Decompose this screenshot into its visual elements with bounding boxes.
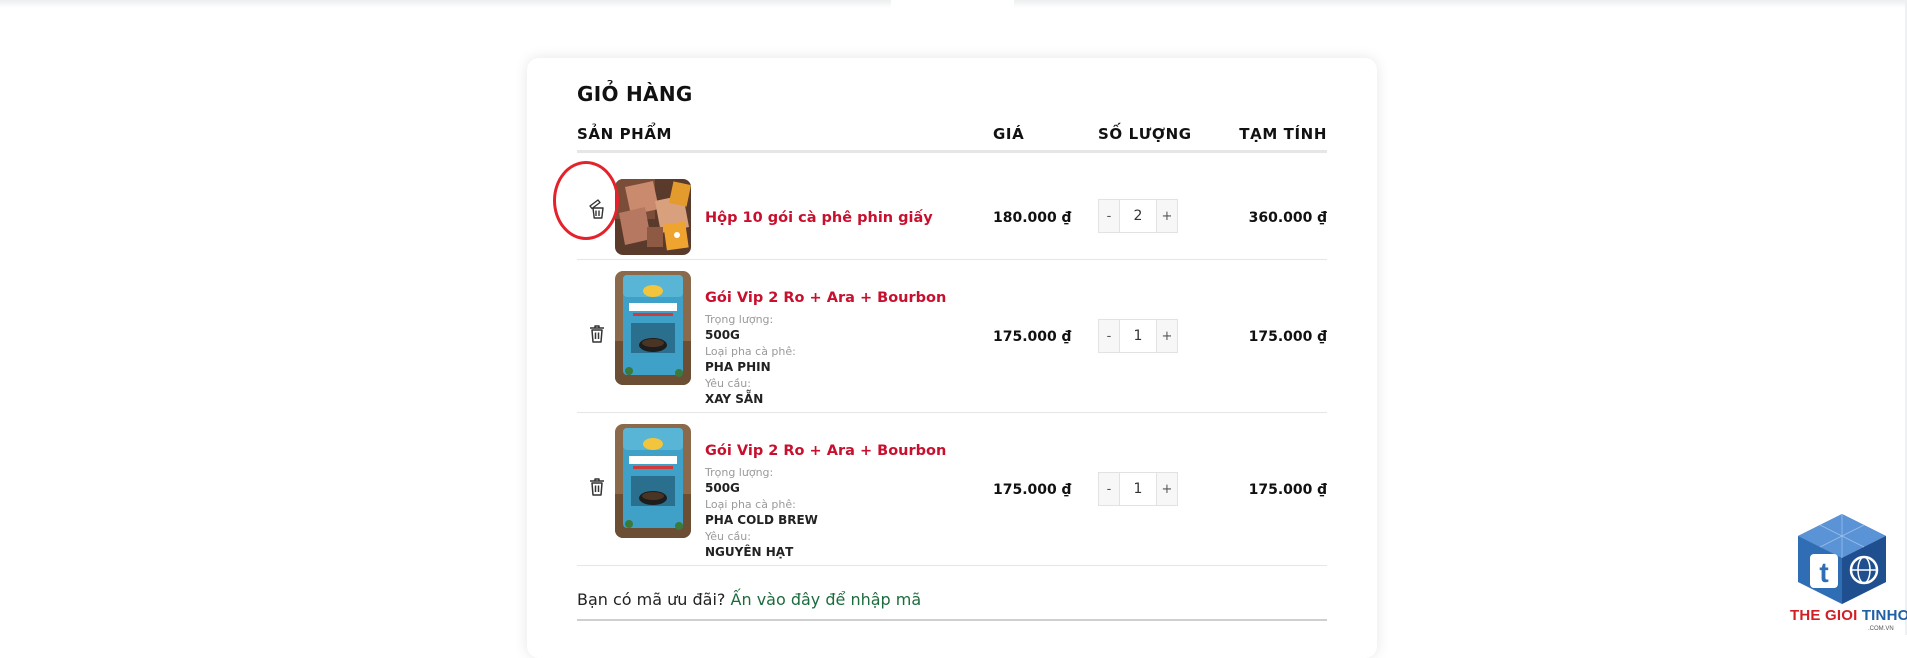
svg-text:t: t bbox=[1819, 557, 1828, 588]
attribute-value: 500G bbox=[705, 328, 740, 342]
top-shadow-band bbox=[1014, 0, 1907, 8]
increase-button[interactable]: + bbox=[1156, 472, 1178, 506]
decrease-button[interactable]: - bbox=[1098, 199, 1120, 233]
product-name[interactable]: Hộp 10 gói cà phê phin giấy bbox=[705, 210, 933, 226]
attribute-label: Yêu cầu: bbox=[705, 377, 751, 390]
attribute-value: XAY SẴN bbox=[705, 392, 764, 406]
header-product: SẢN PHẨM bbox=[577, 125, 673, 143]
row-divider bbox=[577, 412, 1327, 413]
attribute-value: PHA PHIN bbox=[705, 360, 771, 374]
product-price: 180.000 ₫ bbox=[993, 210, 1072, 226]
coupon-prompt: Bạn có mã ưu đãi? Ấn vào đây để nhập mã bbox=[577, 590, 921, 609]
watermark-part2: TINHOC bbox=[1861, 607, 1907, 624]
increase-button[interactable]: + bbox=[1156, 199, 1178, 233]
quantity-input[interactable]: 1 bbox=[1120, 472, 1156, 506]
product-subtotal: 360.000 ₫ bbox=[1248, 210, 1327, 226]
attribute-label: Yêu cầu: bbox=[705, 530, 751, 543]
row-divider bbox=[577, 259, 1327, 260]
row-divider bbox=[577, 565, 1327, 566]
cart-row: Gói Vip 2 Ro + Ara + Bourbon Trọng lượng… bbox=[577, 271, 1327, 411]
attribute-label: Trọng lượng: bbox=[705, 313, 774, 326]
product-subtotal: 175.000 ₫ bbox=[1248, 329, 1327, 345]
attribute-label: Loại pha cà phê: bbox=[705, 498, 796, 511]
attribute-value: 500G bbox=[705, 481, 740, 495]
attribute-value: NGUYÊN HẠT bbox=[705, 545, 794, 559]
attribute-label: Loại pha cà phê: bbox=[705, 345, 796, 358]
coffee-bag-image[interactable] bbox=[615, 424, 691, 538]
trash-icon[interactable] bbox=[587, 323, 607, 345]
product-name[interactable]: Gói Vip 2 Ro + Ara + Bourbon bbox=[705, 443, 946, 459]
product-price: 175.000 ₫ bbox=[993, 329, 1072, 345]
coffee-bag-image[interactable] bbox=[615, 271, 691, 385]
coupon-question: Bạn có mã ưu đãi? bbox=[577, 590, 726, 609]
cart-title: GIỎ HÀNG bbox=[577, 82, 693, 106]
attribute-label: Trọng lượng: bbox=[705, 466, 774, 479]
quantity-stepper[interactable]: - 1 + bbox=[1098, 319, 1178, 353]
product-name[interactable]: Gói Vip 2 Ro + Ara + Bourbon bbox=[705, 290, 946, 306]
increase-button[interactable]: + bbox=[1156, 319, 1178, 353]
header-price: GIÁ bbox=[993, 125, 1025, 143]
watermark-sub: .COM.VN bbox=[1868, 626, 1894, 632]
product-price: 175.000 ₫ bbox=[993, 482, 1072, 498]
highlight-circle bbox=[553, 161, 619, 240]
coupon-link[interactable]: Ấn vào đây để nhập mã bbox=[731, 590, 922, 609]
top-shadow-band bbox=[0, 0, 891, 8]
attribute-value: PHA COLD BREW bbox=[705, 513, 818, 527]
header-divider bbox=[577, 150, 1327, 153]
header-subtotal: TẠM TÍNH bbox=[1239, 125, 1327, 143]
watermark-part1: THE GIOI bbox=[1790, 607, 1858, 624]
quantity-stepper[interactable]: - 2 + bbox=[1098, 199, 1178, 233]
decrease-button[interactable]: - bbox=[1098, 472, 1120, 506]
coffee-box-image[interactable] bbox=[615, 179, 691, 255]
cart-card: GIỎ HÀNG SẢN PHẨM GIÁ SỐ LƯỢNG TẠM TÍNH bbox=[527, 58, 1377, 658]
quantity-input[interactable]: 2 bbox=[1120, 199, 1156, 233]
product-subtotal: 175.000 ₫ bbox=[1248, 482, 1327, 498]
header-quantity: SỐ LƯỢNG bbox=[1098, 125, 1192, 143]
cart-row: Gói Vip 2 Ro + Ara + Bourbon Trọng lượng… bbox=[577, 424, 1327, 564]
watermark-text: THE GIOI TINHOC bbox=[1790, 607, 1907, 624]
trash-icon[interactable] bbox=[587, 476, 607, 498]
decrease-button[interactable]: - bbox=[1098, 319, 1120, 353]
quantity-input[interactable]: 1 bbox=[1120, 319, 1156, 353]
quantity-stepper[interactable]: - 1 + bbox=[1098, 472, 1178, 506]
coupon-divider bbox=[577, 619, 1327, 621]
